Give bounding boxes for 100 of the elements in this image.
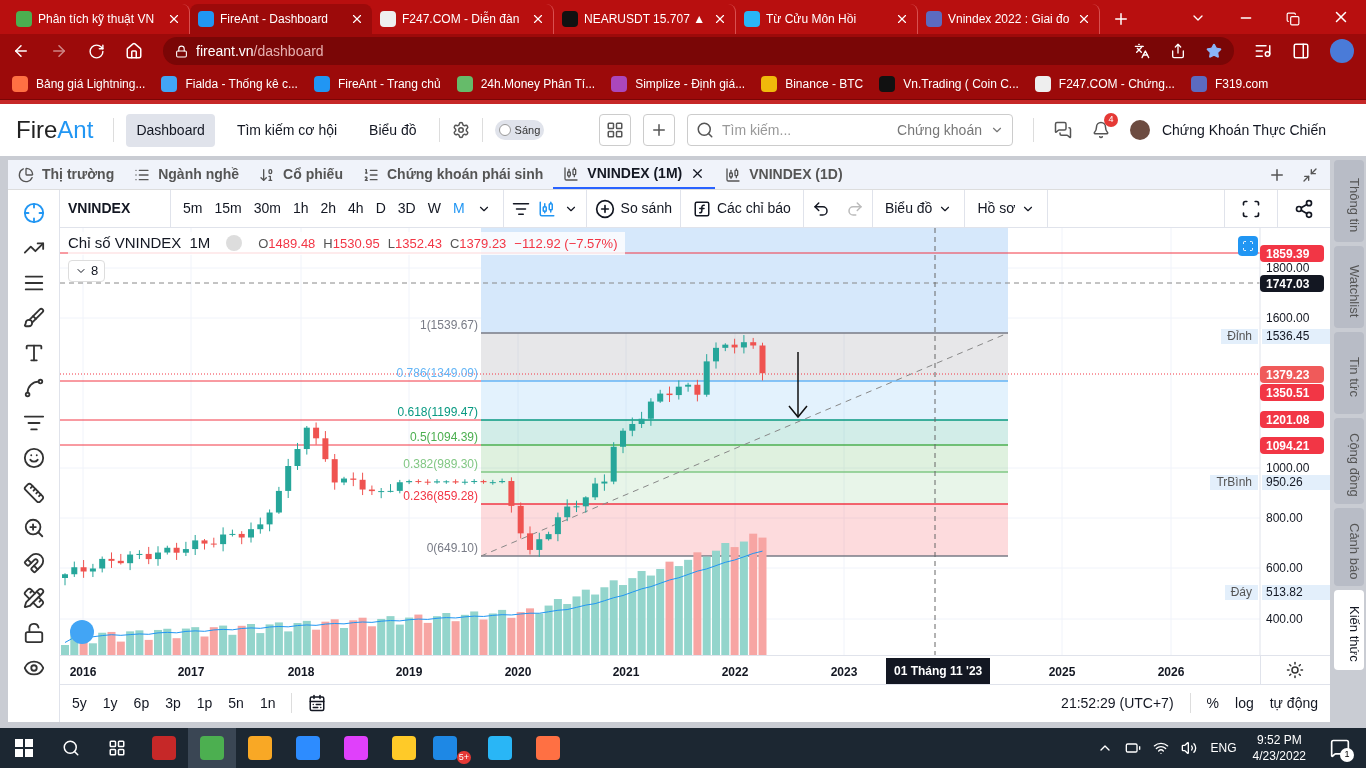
range-button[interactable]: 1n <box>259 692 276 714</box>
interval-button[interactable]: 3D <box>397 198 416 219</box>
menu-button[interactable]: Hồ sơ <box>965 198 1048 219</box>
interval-button[interactable]: 2h <box>320 198 337 219</box>
price-tag: 1747.03 <box>1260 275 1324 292</box>
price-tick: 400.00 <box>1266 613 1303 625</box>
range-button[interactable]: 1y <box>102 692 118 714</box>
interval-button[interactable]: 30m <box>253 198 281 219</box>
address-bar[interactable]: fireant.vn/dashboard <box>163 37 1234 65</box>
fibonacci-label: 0(649.10) <box>426 542 478 554</box>
scale-option[interactable]: tự động <box>1269 692 1318 714</box>
bookmark[interactable]: Bảng giá Lightning... <box>12 74 146 93</box>
marker-label: Đỉnh <box>1221 329 1258 344</box>
side-tab[interactable]: Thông tin <box>1334 160 1364 242</box>
bookmark[interactable]: Binance - BTC <box>761 74 864 93</box>
range-button[interactable]: 5y <box>72 692 87 714</box>
search-field[interactable]: Tìm kiếm... <box>721 119 890 141</box>
bookmark[interactable]: Vn.Trading ( Coin C... <box>879 74 1019 93</box>
price-tag: 1379.23 <box>1260 366 1324 383</box>
bookmark[interactable]: F319.com <box>1190 74 1269 93</box>
interval-button[interactable]: 1h <box>292 198 309 219</box>
year-label: 2025 <box>1048 664 1076 681</box>
price-tag: 1859.39 <box>1260 245 1324 262</box>
bookmark[interactable]: FireAnt - Trang chủ <box>313 74 441 93</box>
app-logo: FireAnt <box>16 115 94 145</box>
symbol-field[interactable]: VNINDEX <box>60 198 170 219</box>
price-tick: 1800.00 <box>1266 262 1310 274</box>
year-label: 2022 <box>721 664 749 681</box>
year-label: 2019 <box>395 664 423 681</box>
year-label: 2026 <box>1157 664 1185 681</box>
bookmark[interactable]: Fialda - Thống kê c... <box>161 74 298 93</box>
fibonacci-label: 1(1539.67) <box>419 319 478 331</box>
panel-tab[interactable]: Ngành nghề <box>124 160 250 189</box>
interval-button[interactable]: 5m <box>183 198 203 219</box>
scale-option[interactable]: log <box>1235 692 1254 714</box>
range-button[interactable]: 1p <box>196 692 213 714</box>
ohlc-value: L1352.43 <box>387 234 442 253</box>
language-indicator[interactable]: ENG <box>1210 739 1237 757</box>
year-label: 2016 <box>69 664 97 681</box>
side-tab[interactable]: Cảnh báo <box>1334 508 1364 586</box>
range-button[interactable]: 6p <box>133 692 150 714</box>
price-tag: 1201.08 <box>1260 411 1324 428</box>
range-button[interactable]: 5n <box>228 692 244 714</box>
side-tab[interactable]: Tin tức <box>1334 332 1364 414</box>
indicators-toggle[interactable]: 8 <box>68 260 106 282</box>
compare-button[interactable]: So sánh <box>586 198 680 219</box>
theme-toggle[interactable]: Sáng <box>494 119 545 141</box>
menu-button[interactable]: Biểu đồ <box>872 198 965 219</box>
ohlc-value: H1530.95 <box>323 234 380 253</box>
app-badge: 5+ <box>456 750 472 764</box>
year-label: 2021 <box>612 664 640 681</box>
bookmark[interactable]: F247.COM - Chứng... <box>1034 74 1175 93</box>
chart-interval: 1M <box>189 233 211 253</box>
panel-tab[interactable]: VNINDEX (1D) <box>715 160 853 189</box>
marker-value: 1536.45 <box>1262 329 1330 344</box>
clock-date: 4/23/2022 <box>1252 748 1306 764</box>
interval-button[interactable]: 15m <box>214 198 242 219</box>
clock: 21:52:29 (UTC+7) <box>1061 693 1174 713</box>
nav-link[interactable]: Biểu đồ <box>359 113 427 147</box>
panel-tab[interactable]: Chứng khoán phái sinh <box>352 160 554 189</box>
fibonacci-label: 0.5(1094.39) <box>409 431 478 443</box>
ohlc-value: C1379.23 <box>449 234 507 253</box>
year-label: 2020 <box>504 664 532 681</box>
chart-title: Chỉ số VNINDEX <box>68 233 182 253</box>
bookmark[interactable]: 24h.Money Phân Tí... <box>456 74 596 93</box>
user-name[interactable]: Chứng Khoán Thực Chiến <box>1161 119 1326 141</box>
fibonacci-label: 0.236(859.28) <box>403 490 478 502</box>
side-tab[interactable]: Kiến thức <box>1334 590 1364 670</box>
side-tab[interactable]: Cộng đồng <box>1334 418 1364 504</box>
interval-button[interactable]: 4h <box>348 198 364 219</box>
search-bar[interactable]: Tìm kiếm... Chứng khoán <box>686 114 1013 146</box>
panel-tab[interactable]: VNINDEX (1M) <box>553 160 716 189</box>
browser-tab[interactable]: FireAnt - Dashboard <box>190 4 372 34</box>
scale-option[interactable]: % <box>1206 692 1219 714</box>
nav-link[interactable]: Tìm kiếm cơ hội <box>226 113 348 147</box>
notification-badge: 4 <box>1103 113 1118 127</box>
year-label: 2023 <box>830 664 858 681</box>
change-value: −112.92 (−7.57%) <box>514 234 618 253</box>
interval-button[interactable]: D <box>375 198 386 219</box>
year-label: 2017 <box>177 664 205 681</box>
indicators-button[interactable]: Các chỉ báo <box>680 198 803 219</box>
price-tick: 1600.00 <box>1266 312 1310 324</box>
price-tag: 1350.51 <box>1260 384 1324 401</box>
side-tab[interactable]: Watchlist <box>1334 246 1364 328</box>
fibonacci-label: 0.786(1349.09) <box>396 367 478 379</box>
price-tick: 1000.00 <box>1266 462 1310 474</box>
range-button[interactable]: 3p <box>165 692 181 714</box>
price-tick: 800.00 <box>1266 512 1303 524</box>
price-tag: 1094.21 <box>1260 437 1324 454</box>
marker-value: 513.82 <box>1262 585 1330 600</box>
scope-dropdown[interactable]: Chứng khoán <box>897 119 982 141</box>
cursor-date: 01 Tháng 11 '23 <box>886 658 991 684</box>
nav-link[interactable]: Dashboard <box>126 113 215 147</box>
fibonacci-label: 0.382(989.30) <box>403 458 478 470</box>
panel-tab[interactable]: Cổ phiếu <box>249 160 353 189</box>
bookmark[interactable]: Simplize - Định giá... <box>611 74 746 93</box>
interval-button[interactable]: W <box>427 198 441 219</box>
panel-tab[interactable]: Thị trường <box>8 160 125 189</box>
ohlc-value: O1489.48 <box>258 234 316 253</box>
marker-label: TrBình <box>1210 475 1258 490</box>
